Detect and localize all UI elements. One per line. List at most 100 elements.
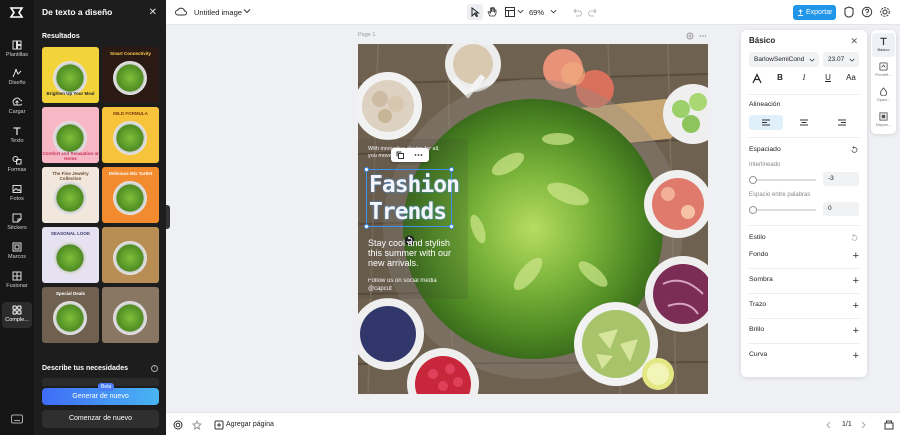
tab-arrange[interactable]: Dispos... — [872, 108, 895, 132]
reset-icon[interactable] — [850, 234, 858, 242]
salad-image — [53, 61, 87, 95]
salad-image — [53, 121, 87, 155]
result-thumbnail[interactable]: The Fine Jewelry Collection — [42, 167, 99, 223]
tab-basico[interactable]: Básico — [872, 33, 895, 57]
line-spacing-slider[interactable] — [749, 176, 816, 184]
page-manager-icon[interactable] — [884, 420, 894, 430]
rail-cargar[interactable]: Cargar — [2, 94, 32, 120]
reset-icon[interactable] — [850, 146, 858, 154]
left-rail: Plantillas Diseño Cargar Texto Formas Fo… — [0, 0, 34, 435]
more-options-icon[interactable] — [699, 32, 707, 40]
redo-icon[interactable] — [587, 6, 599, 18]
rail-marcos[interactable]: Marcos — [2, 239, 32, 265]
thumbnail-title: SEASONAL LOOK — [50, 231, 91, 236]
design-canvas[interactable]: With innovative design for all, you move… — [358, 44, 708, 394]
result-thumbnail[interactable]: Special Deals — [42, 287, 99, 343]
chevron-down-icon[interactable] — [517, 8, 524, 15]
word-spacing-slider[interactable] — [749, 206, 816, 214]
rail-complementos[interactable]: Comple... — [2, 302, 32, 328]
star-icon[interactable] — [192, 420, 202, 430]
add-curve-icon[interactable]: + — [853, 351, 859, 362]
info-icon[interactable]: i — [151, 365, 158, 372]
tab-label: Dispos... — [875, 122, 892, 127]
result-thumbnail[interactable]: MILD FORMULA — [102, 107, 159, 163]
frames-icon — [12, 242, 22, 252]
tab-opacity[interactable]: Opaci... — [872, 83, 895, 107]
underline-icon[interactable]: U — [821, 73, 835, 85]
upload-icon — [12, 97, 22, 106]
selected-text-toolbar — [391, 148, 429, 162]
layers-icon[interactable] — [173, 420, 183, 430]
headline-selection[interactable]: Fashion Trends — [364, 167, 460, 229]
rail-stickers[interactable]: Stickers — [2, 210, 32, 236]
previous-page-icon[interactable] — [825, 421, 832, 429]
undo-icon[interactable] — [571, 6, 583, 18]
result-thumbnail[interactable] — [102, 227, 159, 283]
rail-texto[interactable]: Texto — [2, 123, 32, 149]
font-size-select[interactable]: 23.07 — [823, 52, 859, 67]
rail-label: Formas — [7, 167, 27, 173]
rail-fotos[interactable]: Fotos — [2, 181, 32, 207]
add-background-icon[interactable]: + — [853, 251, 859, 262]
close-icon[interactable]: ✕ — [850, 36, 858, 47]
document-title[interactable]: Untitled image — [194, 8, 242, 17]
add-shadow-icon[interactable]: + — [853, 276, 859, 287]
line-spacing-input[interactable]: -3 — [823, 172, 859, 186]
start-over-button[interactable]: Comenzar de nuevo — [42, 410, 159, 428]
slider-knob[interactable] — [749, 176, 757, 184]
next-page-icon[interactable] — [860, 421, 867, 429]
text-case-icon[interactable]: Aa — [844, 73, 858, 85]
select-tool-button[interactable] — [467, 4, 483, 20]
result-thumbnail[interactable] — [102, 287, 159, 343]
align-center-icon — [800, 119, 808, 126]
result-thumbnail[interactable]: Brighten Up Your Meal — [42, 47, 99, 103]
add-page-icon[interactable] — [214, 420, 224, 430]
zoom-level[interactable]: 69% — [529, 8, 544, 17]
upload-arrow-icon — [797, 9, 804, 16]
rail-plantillas[interactable]: Plantillas — [2, 37, 32, 63]
text-color-icon[interactable] — [750, 73, 764, 85]
close-icon[interactable]: ✕ — [149, 7, 157, 18]
rail-formas[interactable]: Formas — [2, 152, 32, 178]
result-thumbnail[interactable]: Comfort and Relaxation at Home — [42, 107, 99, 163]
italic-icon[interactable]: I — [797, 73, 811, 85]
align-right-button[interactable] — [825, 115, 859, 130]
slider-knob[interactable] — [749, 206, 757, 214]
plugins-icon — [12, 305, 22, 315]
word-spacing-input[interactable]: 0 — [823, 202, 859, 216]
help-icon[interactable] — [861, 6, 873, 18]
duplicate-page-icon[interactable] — [686, 32, 694, 40]
page-counter: 1/1 — [842, 421, 852, 428]
follow-text[interactable]: Follow us on social media @capcut — [368, 277, 448, 293]
rail-diseno[interactable]: Diseño — [2, 65, 32, 91]
tab-presets[interactable]: Predeft... — [872, 58, 895, 82]
add-page-button[interactable]: Agregar página — [226, 421, 274, 428]
divider — [749, 293, 859, 294]
add-glow-icon[interactable]: + — [853, 326, 859, 337]
settings-gear-icon[interactable] — [879, 6, 891, 18]
result-thumbnail[interactable]: SEASONAL LOOK — [42, 227, 99, 283]
chevron-down-icon[interactable] — [550, 8, 557, 15]
export-button[interactable]: Exportar — [793, 5, 836, 20]
add-stroke-icon[interactable]: + — [853, 301, 859, 312]
hand-tool-icon[interactable] — [486, 6, 498, 18]
rail-label: Comple... — [5, 317, 29, 323]
copy-icon[interactable] — [396, 151, 404, 159]
result-thumbnail[interactable]: Smart Connectivity — [102, 47, 159, 103]
resize-icon[interactable] — [504, 6, 516, 18]
headline-fashion: Fashion — [369, 172, 460, 198]
align-left-button[interactable] — [749, 115, 783, 130]
font-family-select[interactable]: BarlowSemiCond — [749, 52, 819, 67]
panel-collapse-handle[interactable] — [166, 205, 170, 229]
shield-icon[interactable] — [843, 6, 855, 18]
cloud-saved-icon — [175, 7, 187, 16]
chevron-down-icon[interactable] — [243, 7, 251, 15]
align-center-button[interactable] — [787, 115, 821, 130]
more-icon[interactable] — [414, 151, 423, 159]
keyboard-shortcuts-icon[interactable] — [11, 414, 23, 424]
bold-icon[interactable]: B — [773, 73, 787, 85]
result-thumbnail[interactable]: Delicious Mix Tartlet — [102, 167, 159, 223]
glow-label: Brillo — [749, 326, 765, 333]
rail-fusionar[interactable]: Fusionar — [2, 268, 32, 294]
body-text[interactable]: Stay cool and stylish this summer with o… — [368, 238, 454, 268]
